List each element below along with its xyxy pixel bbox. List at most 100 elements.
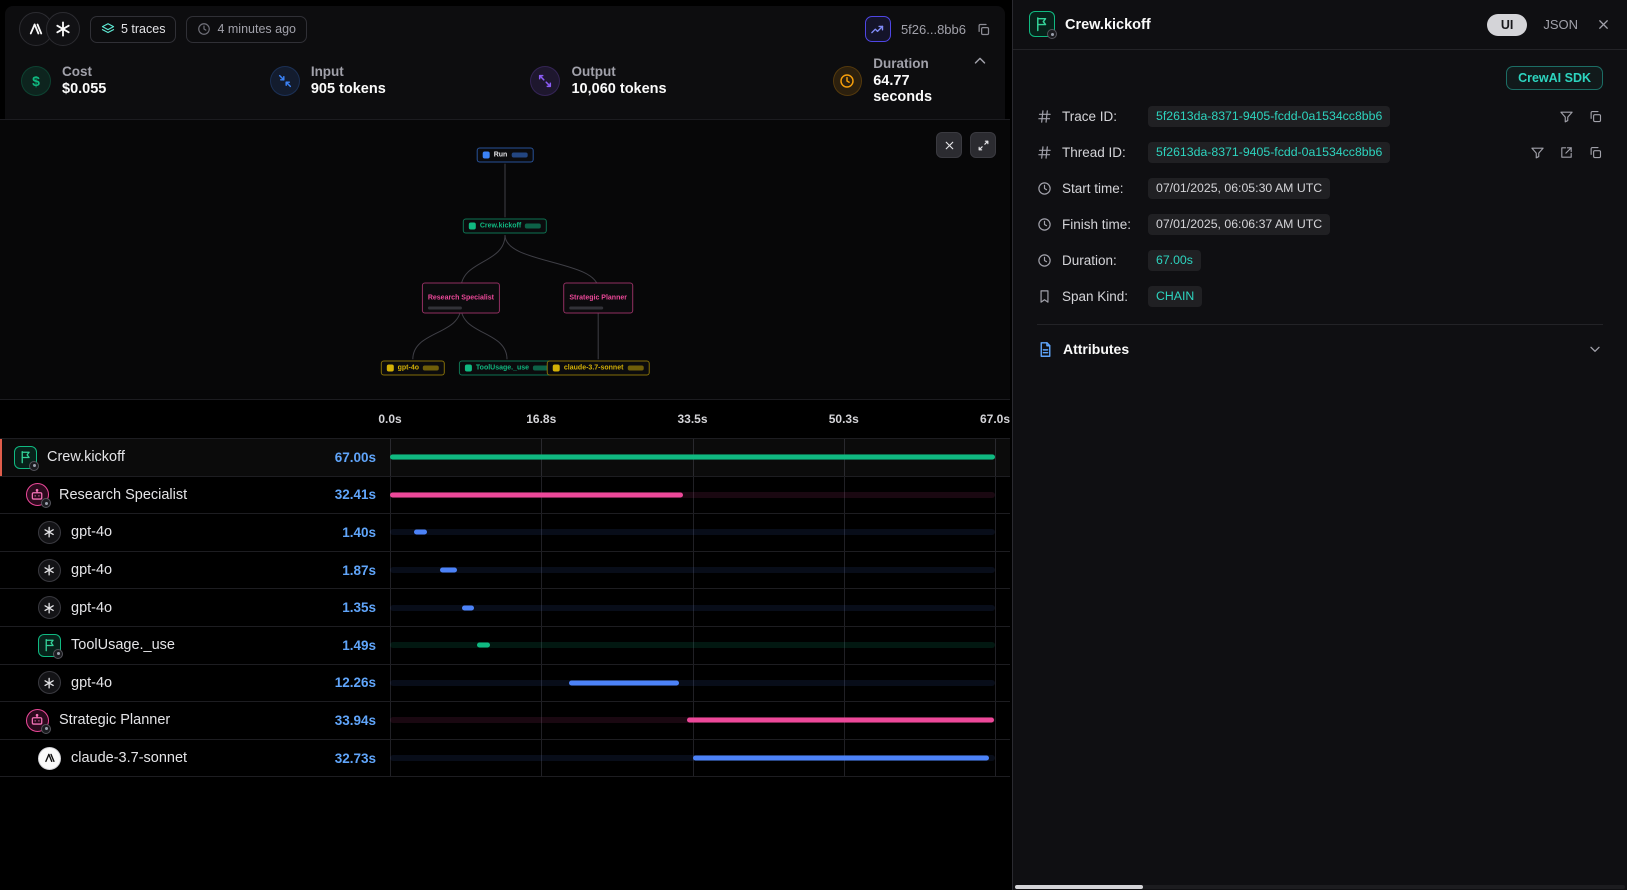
filter-icon[interactable] — [1559, 109, 1574, 124]
node-label: Crew.kickoff — [480, 223, 521, 230]
agentops-subbadge-icon — [1047, 29, 1057, 39]
graph-node-crew-kickoff[interactable]: Crew.kickoff — [463, 219, 547, 234]
field-value[interactable]: 67.00s — [1148, 250, 1201, 271]
time-ago-label: 4 minutes ago — [217, 22, 296, 36]
field-value[interactable]: 5f2613da-8371-9405-fcdd-0a1534cc8bb6 — [1148, 106, 1390, 127]
bookmark-icon — [1037, 289, 1054, 304]
span-duration: 33.94s — [335, 713, 390, 728]
graph-node-toolusage-use[interactable]: ToolUsage._use — [459, 361, 555, 376]
agentops-subbadge-icon — [41, 498, 51, 508]
span-duration: 12.26s — [335, 675, 390, 690]
sidebar-close-button[interactable] — [1596, 17, 1611, 32]
sidebar-body: CrewAI SDK Trace ID:5f2613da-8371-9405-f… — [1013, 66, 1627, 373]
clock-icon — [1037, 253, 1054, 268]
field-label: Span Kind: — [1062, 289, 1148, 304]
node-type-icon — [553, 365, 560, 372]
stats-collapse-button[interactable] — [971, 52, 989, 70]
trace-activity-icon[interactable] — [865, 16, 891, 42]
file-icon — [1037, 341, 1054, 358]
external-link-icon[interactable] — [1559, 145, 1574, 160]
node-label: gpt-4o — [398, 365, 419, 372]
duration-bar — [462, 605, 474, 610]
duration-bar — [477, 643, 490, 648]
openai-logo-icon — [38, 671, 61, 694]
waterfall-row-gpt-4o[interactable]: gpt-4o1.35s — [0, 589, 1010, 627]
copy-icon[interactable] — [1588, 109, 1603, 124]
traces-count-badge[interactable]: 5 traces — [90, 16, 176, 43]
openai-logo-icon — [46, 12, 80, 46]
copy-icon[interactable] — [1588, 145, 1603, 160]
node-label: Run — [494, 151, 508, 158]
graph-node-run[interactable]: Run — [477, 147, 534, 162]
filter-icon[interactable] — [1530, 145, 1545, 160]
row-label-cell: Strategic Planner33.94s — [0, 702, 390, 739]
axis-tick-label: 0.0s — [378, 412, 401, 426]
row-timeline-lane — [390, 665, 995, 702]
chevron-down-icon — [1587, 341, 1603, 357]
span-name: Crew.kickoff — [47, 449, 125, 465]
attributes-section-toggle[interactable]: Attributes — [1037, 325, 1603, 373]
trace-short-id: 5f26...8bb6 — [901, 22, 966, 37]
agentops-subbadge-icon — [41, 724, 51, 734]
waterfall-row-gpt-4o[interactable]: gpt-4o12.26s — [0, 665, 1010, 703]
field-value[interactable]: 5f2613da-8371-9405-fcdd-0a1534cc8bb6 — [1148, 142, 1390, 163]
waterfall-row-gpt-4o[interactable]: gpt-4o1.40s — [0, 514, 1010, 552]
stat-output: Output10,060 tokens — [530, 64, 832, 97]
trace-graph-canvas[interactable]: Run Crew.kickoff Research Specialist Strate… — [0, 119, 1010, 400]
tab-ui[interactable]: UI — [1487, 14, 1528, 36]
node-type-icon — [465, 365, 472, 372]
waterfall-row-gpt-4o[interactable]: gpt-4o1.87s — [0, 552, 1010, 590]
graph-close-button[interactable] — [936, 132, 962, 158]
span-duration: 1.35s — [342, 600, 390, 615]
crew-span-icon — [1029, 11, 1055, 38]
trace-waterfall: 0.0s16.8s33.5s50.3s67.0s Crew.kickoff67.… — [0, 400, 1010, 777]
field-finish-time: Finish time:07/01/2025, 06:06:37 AM UTC — [1037, 206, 1603, 242]
tab-json[interactable]: JSON — [1543, 17, 1578, 32]
node-type-icon — [469, 223, 476, 230]
waterfall-row-claude-3-7-sonnet[interactable]: claude-3.7-sonnet32.73s — [0, 740, 1010, 778]
waterfall-row-toolusage-use[interactable]: ToolUsage._use1.49s — [0, 627, 1010, 665]
node-label: claude-3.7-sonnet — [564, 365, 624, 372]
sidebar-scrollbar-thumb[interactable] — [1015, 885, 1143, 889]
duration-track — [390, 529, 995, 535]
field-value[interactable]: CHAIN — [1148, 286, 1202, 307]
graph-expand-button[interactable] — [970, 132, 996, 158]
stat-value: 64.77 seconds — [873, 73, 971, 105]
sidebar-scrollbar[interactable] — [1015, 885, 1625, 889]
row-label-cell: gpt-4o1.87s — [0, 552, 390, 589]
trace-main-panel: 5 traces 4 minutes ago 5f26...8bb6 $Cost… — [0, 0, 1010, 890]
row-timeline-lane — [390, 514, 995, 551]
node-duration-chip — [423, 366, 439, 371]
row-label-cell: ToolUsage._use1.49s — [0, 627, 390, 664]
openai-logo-icon — [38, 559, 61, 582]
row-timeline-lane — [390, 439, 995, 476]
waterfall-row-research-specialist[interactable]: Research Specialist32.41s — [0, 477, 1010, 515]
row-label-cell: Research Specialist32.41s — [0, 477, 390, 514]
attributes-label: Attributes — [1063, 341, 1129, 357]
duration-bar — [693, 756, 989, 761]
sidebar-header: Crew.kickoff UI JSON — [1013, 0, 1627, 50]
duration-bar — [569, 680, 680, 685]
graph-controls — [936, 132, 996, 158]
row-label-cell: Crew.kickoff67.00s — [0, 439, 390, 476]
hash-icon — [1037, 109, 1054, 124]
sdk-badge-row: CrewAI SDK — [1037, 66, 1603, 90]
waterfall-row-strategic-planner[interactable]: Strategic Planner33.94s — [0, 702, 1010, 740]
graph-node-strategic-planner[interactable]: Strategic Planner — [563, 282, 633, 313]
graph-node-claude-3-7-sonnet[interactable]: claude-3.7-sonnet — [547, 361, 650, 376]
field-label: Start time: — [1062, 181, 1148, 196]
layers-icon — [101, 22, 115, 36]
field-value[interactable]: 07/01/2025, 06:05:30 AM UTC — [1148, 178, 1330, 199]
copy-trace-id-button[interactable] — [976, 22, 991, 37]
provider-avatars — [19, 12, 80, 46]
axis-tick-label: 67.0s — [980, 412, 1010, 426]
graph-node-gpt-4o[interactable]: gpt-4o — [381, 361, 445, 376]
graph-node-research-specialist[interactable]: Research Specialist — [422, 282, 500, 313]
waterfall-row-crew-kickoff[interactable]: Crew.kickoff67.00s — [0, 439, 1010, 477]
node-duration-chip — [525, 224, 541, 229]
field-value[interactable]: 07/01/2025, 06:06:37 AM UTC — [1148, 214, 1330, 235]
span-name: claude-3.7-sonnet — [71, 750, 187, 766]
trace-topbar: 5 traces 4 minutes ago 5f26...8bb6 — [5, 6, 1005, 52]
duration-bar — [440, 568, 457, 573]
axis-tick-label: 33.5s — [677, 412, 707, 426]
